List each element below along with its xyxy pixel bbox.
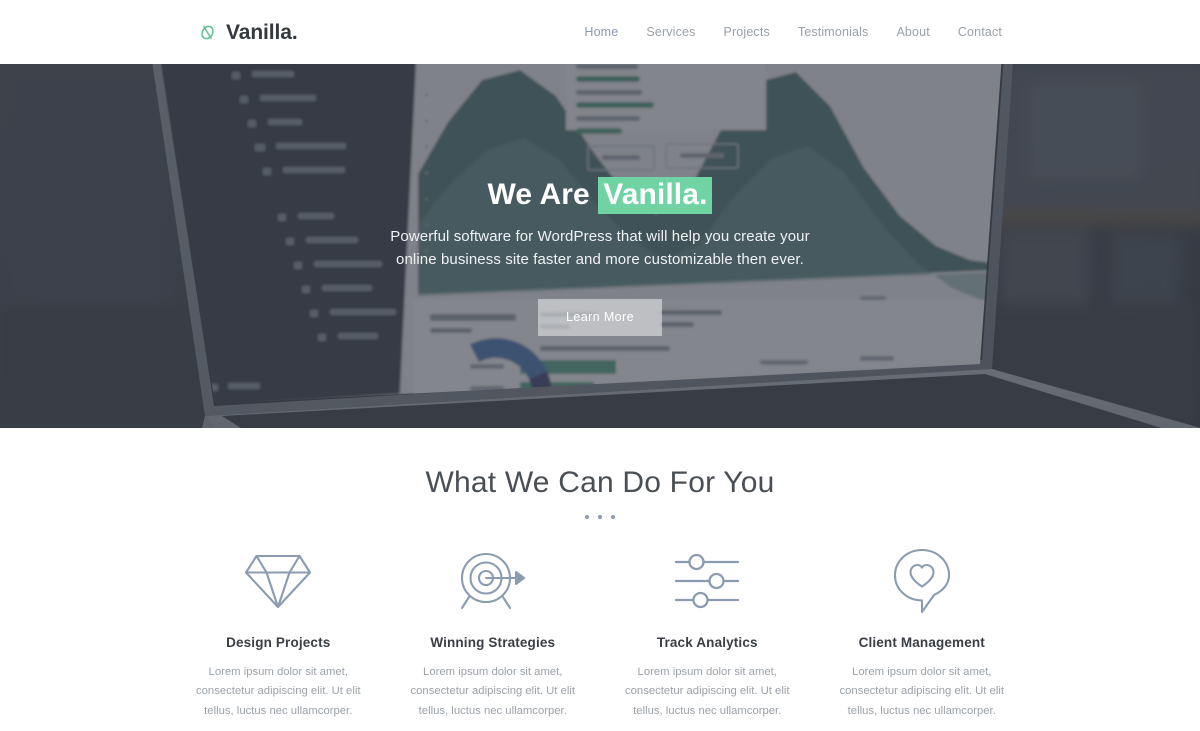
hero-title-prefix: We Are [487, 178, 599, 211]
chat-heart-icon [820, 545, 1025, 617]
feature-card-track-analytics: Track Analytics Lorem ipsum dolor sit am… [605, 545, 810, 721]
feature-text: Lorem ipsum dolor sit amet, consectetur … [839, 666, 1004, 717]
diamond-icon [176, 545, 381, 617]
feature-title: Winning Strategies [430, 635, 556, 650]
feature-text: Lorem ipsum dolor sit amet, consectetur … [410, 666, 575, 717]
nav-item-projects[interactable]: Projects [710, 26, 784, 39]
feature-title: Track Analytics [656, 635, 758, 650]
nav-item-contact[interactable]: Contact [944, 26, 1002, 39]
section-title: What We Can Do For You [425, 466, 775, 499]
nav-item-services[interactable]: Services [632, 26, 709, 39]
divider-dot [585, 515, 589, 519]
feature-text: Lorem ipsum dolor sit amet, consectetur … [624, 666, 790, 717]
feature-card-design-projects: Design Projects Lorem ipsum dolor sit am… [176, 545, 381, 721]
feature-card-client-management: Client Management Lorem ipsum dolor sit … [820, 545, 1025, 721]
feature-grid: Design Projects Lorem ipsum dolor sit am… [0, 545, 1200, 721]
feature-card-winning-strategies: Winning Strategies Lorem ipsum dolor sit… [391, 545, 596, 721]
feature-text: Lorem ipsum dolor sit amet, consectetur … [195, 666, 361, 717]
sliders-icon [605, 545, 810, 617]
nav-item-about[interactable]: About [882, 26, 943, 39]
brand-logo[interactable]: Vanilla. [198, 0, 298, 64]
hero-section: We Are Vanilla. Powerful software for Wo… [0, 64, 1200, 428]
features-section: What We Can Do For You Design Projects L… [0, 428, 1200, 731]
hero-title: We Are Vanilla. [0, 177, 1200, 214]
feature-title: Design Projects [226, 635, 331, 650]
section-header: What We Can Do For You [0, 428, 1200, 519]
hero-content: We Are Vanilla. Powerful software for Wo… [0, 177, 1200, 336]
nav-item-testimonials[interactable]: Testimonials [784, 26, 883, 39]
feature-title: Client Management [858, 635, 985, 650]
target-arrow-icon [391, 545, 596, 617]
primary-navigation: Home Services Projects Testimonials Abou… [570, 0, 1002, 64]
leaf-logo-icon [198, 23, 217, 42]
brand-name: Vanilla. [226, 20, 298, 44]
divider-dot [598, 515, 602, 519]
hero-title-highlight: Vanilla. [598, 177, 713, 214]
dots-divider [0, 515, 1200, 519]
hero-subtitle: Powerful software for WordPress that wil… [390, 228, 810, 269]
site-header: Vanilla. Home Services Projects Testimon… [0, 0, 1200, 64]
learn-more-button[interactable]: Learn More [538, 298, 662, 336]
nav-item-home[interactable]: Home [570, 26, 632, 39]
divider-dot [611, 515, 615, 519]
